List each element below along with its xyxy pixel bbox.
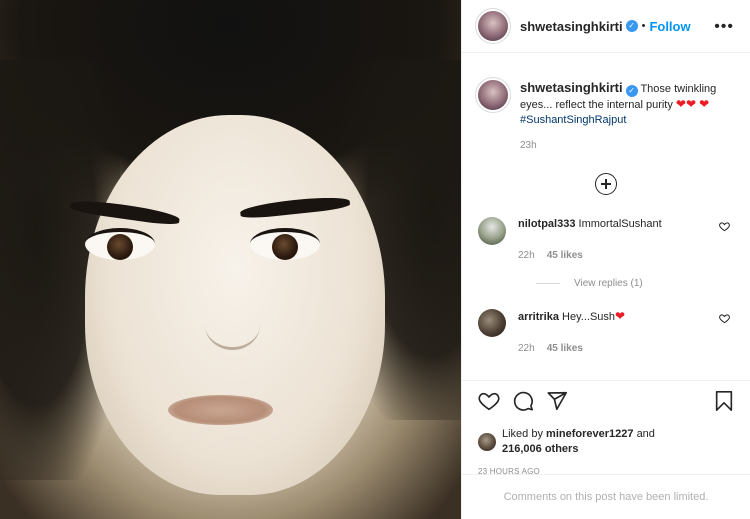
instagram-post: shwetasinghkirti ✓ • Follow ••• shwetasi… bbox=[0, 0, 750, 519]
author-avatar[interactable] bbox=[478, 11, 508, 41]
commenter-username[interactable]: arritrika bbox=[518, 311, 559, 323]
heart-icon[interactable] bbox=[478, 390, 500, 412]
bookmark-icon[interactable] bbox=[714, 390, 734, 412]
comments-limited-notice: Comments on this post have been limited. bbox=[462, 474, 750, 503]
photo-eye-left bbox=[85, 228, 155, 260]
comment-time[interactable]: 22h bbox=[518, 343, 535, 354]
view-replies-label: View replies (1) bbox=[574, 278, 643, 289]
caption-avatar[interactable] bbox=[478, 80, 508, 110]
header-separator: • bbox=[641, 20, 646, 32]
post-sidebar: shwetasinghkirti ✓ • Follow ••• shwetasi… bbox=[461, 0, 750, 519]
post-photo[interactable] bbox=[0, 0, 461, 519]
comments-section[interactable]: shwetasinghkirti ✓ Those twinkling eyes..… bbox=[462, 53, 750, 380]
caption-time[interactable]: 23h bbox=[520, 140, 734, 151]
caption-username[interactable]: shwetasinghkirti bbox=[520, 80, 623, 95]
comment-like-heart-icon[interactable] bbox=[719, 313, 730, 324]
commenter-avatar[interactable] bbox=[478, 309, 506, 337]
comment-item: arritrika Hey...Sush❤ 22h 45 likes bbox=[478, 309, 734, 356]
comment-icon[interactable] bbox=[512, 390, 534, 412]
photo-eye-right bbox=[250, 228, 320, 260]
heart-emoji: ❤ bbox=[699, 97, 710, 111]
view-replies-button[interactable]: View replies (1) bbox=[536, 278, 734, 289]
comment-text: ImmortalSushant bbox=[578, 218, 662, 230]
likes-count[interactable]: 216,006 others bbox=[502, 443, 578, 455]
liked-by-prefix: Liked by bbox=[502, 428, 543, 440]
post-header: shwetasinghkirti ✓ • Follow ••• bbox=[462, 0, 750, 53]
more-options-icon[interactable]: ••• bbox=[714, 18, 734, 36]
commenter-avatar[interactable] bbox=[478, 217, 506, 245]
commenter-username[interactable]: nilotpal333 bbox=[518, 218, 575, 230]
heart-emoji: ❤ bbox=[615, 309, 626, 323]
action-icons bbox=[478, 389, 734, 413]
comment-likes[interactable]: 45 likes bbox=[547, 250, 583, 261]
comment-text: Hey...Sush bbox=[562, 311, 616, 323]
paper-plane-icon[interactable] bbox=[546, 390, 568, 412]
comment-like-heart-icon[interactable] bbox=[719, 221, 730, 232]
follow-button[interactable]: Follow bbox=[649, 19, 690, 34]
comment-meta: 22h 45 likes bbox=[518, 341, 625, 356]
verified-icon: ✓ bbox=[625, 20, 638, 32]
liked-by: Liked by mineforever1227 and 216,006 oth… bbox=[478, 427, 734, 457]
plus-circle-icon[interactable] bbox=[595, 173, 617, 195]
liked-by-and: and bbox=[636, 428, 655, 440]
comment-meta: 22h 45 likes bbox=[518, 248, 662, 263]
post-actions: Liked by mineforever1227 and 216,006 oth… bbox=[462, 380, 750, 519]
post-caption: shwetasinghkirti ✓ Those twinkling eyes..… bbox=[478, 80, 734, 128]
hashtag-link[interactable]: #SushantSinghRajput bbox=[520, 114, 626, 126]
author-username[interactable]: shwetasinghkirti bbox=[520, 19, 623, 34]
comment-item: nilotpal333 ImmortalSushant 22h 45 likes bbox=[478, 217, 734, 263]
comment-time[interactable]: 22h bbox=[518, 250, 535, 261]
liker-avatar[interactable] bbox=[478, 433, 496, 451]
comment-likes[interactable]: 45 likes bbox=[547, 343, 583, 354]
liker-username[interactable]: mineforever1227 bbox=[546, 428, 633, 440]
heart-emoji: ❤❤ bbox=[675, 97, 697, 111]
verified-icon: ✓ bbox=[625, 85, 638, 97]
